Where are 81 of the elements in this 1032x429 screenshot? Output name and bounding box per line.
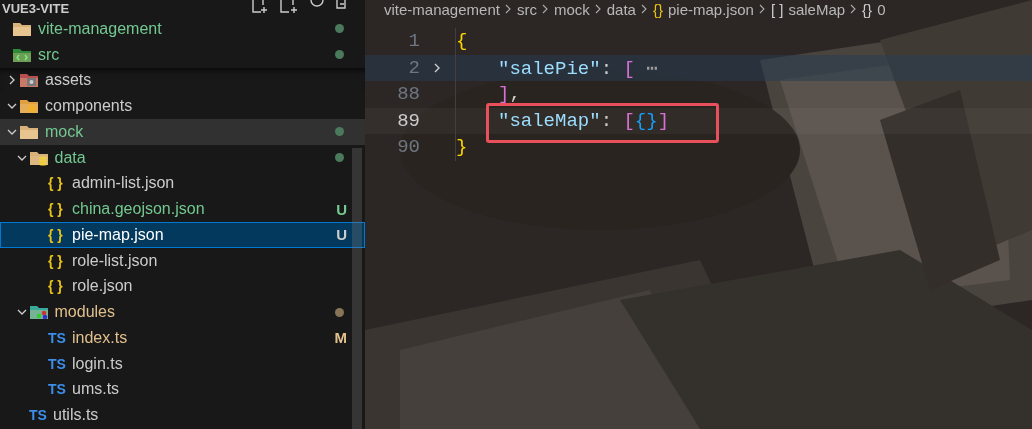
scrollbar[interactable]	[352, 148, 362, 429]
json-file-icon: { }	[48, 175, 72, 192]
typescript-file-icon: TS	[48, 355, 72, 372]
tree-item[interactable]: mock	[0, 119, 365, 145]
breadcrumb-item[interactable]: data	[606, 0, 636, 18]
tree-item[interactable]: assets	[0, 67, 365, 94]
folder-icon	[19, 72, 39, 89]
braces-icon: {}	[862, 0, 873, 18]
tree-item[interactable]: TS ums.ts	[0, 376, 365, 403]
line-number: 90	[396, 136, 420, 159]
code-text: ],	[498, 83, 521, 106]
chevron-right-icon[interactable]	[433, 61, 442, 74]
tree-item[interactable]: TS login.ts	[0, 350, 365, 377]
file-name: vite-management	[38, 19, 162, 38]
breadcrumb-item[interactable]: 0	[877, 0, 886, 18]
git-status-letter: M	[334, 329, 347, 347]
tree-item[interactable]: data	[0, 144, 365, 171]
folder-icon	[19, 98, 39, 115]
file-name: ums.ts	[72, 380, 120, 399]
chevron-right-icon	[594, 4, 602, 14]
typescript-file-icon: TS	[29, 407, 53, 424]
chevron-right-icon[interactable]	[7, 75, 17, 86]
line-number: 88	[396, 83, 420, 106]
breadcrumb-item[interactable]: src	[516, 0, 537, 18]
tree-item[interactable]: { } role-list.json	[0, 247, 365, 274]
breadcrumb-item[interactable]: mock	[553, 0, 590, 18]
code-text: "saleMap": [{}]	[498, 109, 670, 132]
chevron-right-icon	[758, 4, 766, 14]
code-text: }	[456, 136, 468, 159]
file-name: china.geojson.json	[72, 200, 205, 219]
line-number: 89	[396, 109, 420, 132]
folder-icon	[19, 123, 39, 140]
file-name: utils.ts	[53, 406, 99, 425]
breadcrumb-item[interactable]: vite-management	[384, 0, 500, 18]
json-file-icon: { }	[48, 226, 72, 243]
breadcrumb-item[interactable]: pie-map.json	[668, 0, 754, 18]
tree-item[interactable]: { } pie-map.json U	[0, 222, 365, 248]
file-name: modules	[54, 303, 115, 322]
braces-icon: {}	[652, 0, 663, 18]
json-file-icon: { }	[48, 201, 72, 218]
file-name: assets	[45, 71, 92, 90]
chevron-right-icon	[640, 4, 648, 14]
code-text: "salePie": [ ⋯	[498, 56, 658, 80]
git-status-letter: U	[336, 200, 347, 218]
file-name: index.ts	[72, 328, 128, 347]
folder-icon	[12, 20, 32, 37]
file-name: pie-map.json	[72, 225, 164, 244]
file-name: src	[38, 45, 60, 64]
chevron-right-icon	[850, 4, 858, 14]
line-number: 2	[407, 56, 420, 79]
breadcrumb-item[interactable]: saleMap	[788, 0, 846, 18]
tree-item[interactable]: { } role.json	[0, 273, 365, 300]
json-file-icon: { }	[48, 252, 72, 269]
typescript-file-icon: TS	[48, 381, 72, 398]
array-icon: [ ]	[770, 0, 784, 18]
file-name: components	[45, 97, 133, 116]
folder-icon	[28, 149, 49, 166]
file-name: admin-list.json	[72, 174, 175, 193]
tree-item[interactable]: TS index.ts M	[0, 325, 365, 351]
typescript-file-icon: TS	[48, 329, 72, 346]
line-number: 1	[407, 30, 420, 53]
tree-item[interactable]: components	[0, 93, 365, 119]
tree-item[interactable]: TS utils.ts	[0, 402, 365, 428]
json-file-icon: { }	[48, 278, 72, 295]
tree-item[interactable]: { } china.geojson.json U	[0, 196, 365, 222]
file-name: data	[54, 148, 86, 167]
folder-icon	[12, 46, 32, 63]
folder-icon	[28, 304, 49, 321]
tree-item[interactable]: { } admin-list.json	[0, 170, 365, 197]
file-name: role-list.json	[72, 251, 158, 270]
chevron-right-icon	[504, 4, 512, 14]
chevron-right-icon	[541, 4, 549, 14]
file-name: login.ts	[72, 354, 123, 373]
git-status-letter: U	[336, 226, 347, 244]
code-text: {	[456, 30, 468, 53]
explorer-title: VUE3-VITE	[2, 2, 70, 16]
new-file-icon[interactable]	[251, 0, 269, 14]
new-folder-icon[interactable]	[279, 0, 299, 14]
tree-item[interactable]: modules	[0, 299, 365, 325]
file-name: role.json	[72, 277, 133, 296]
file-name: mock	[45, 122, 84, 141]
